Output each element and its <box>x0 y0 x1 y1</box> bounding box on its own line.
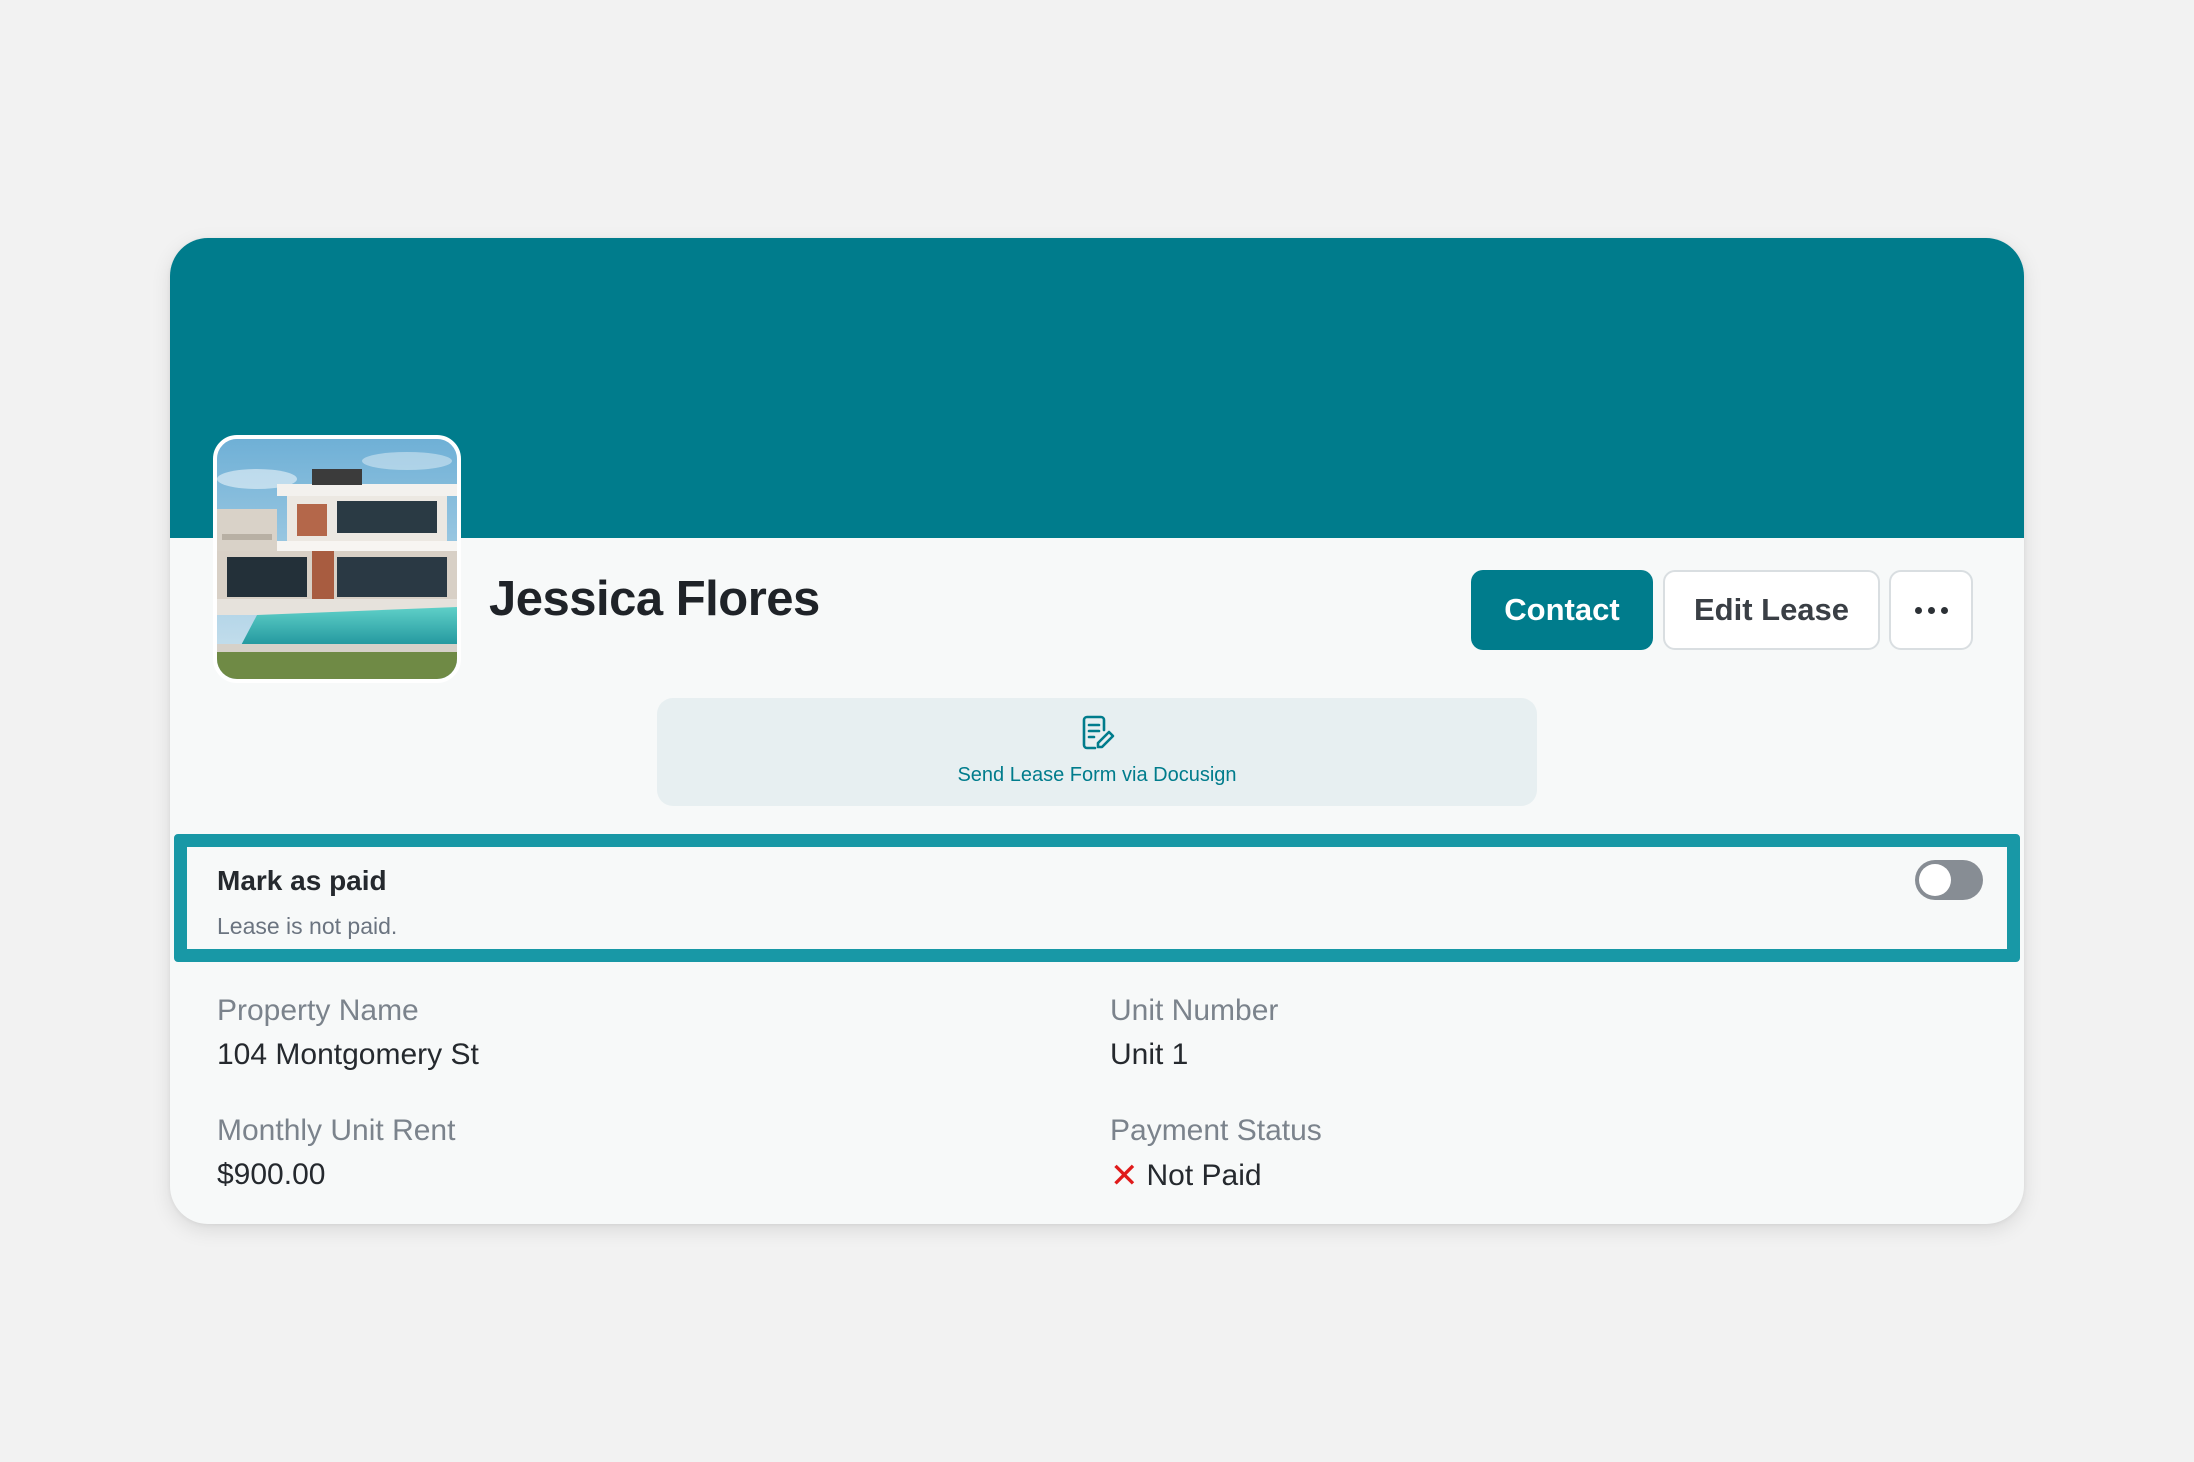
monthly-rent-label: Monthly Unit Rent <box>217 1114 456 1147</box>
mark-as-paid-title: Mark as paid <box>217 865 387 896</box>
property-name-value: 104 Montgomery St <box>217 1038 479 1071</box>
ellipsis-icon <box>1914 606 1948 614</box>
contact-button[interactable]: Contact <box>1471 570 1653 650</box>
x-mark-icon: ✕ <box>1110 1157 1139 1195</box>
edit-lease-button[interactable]: Edit Lease <box>1663 570 1880 650</box>
payment-status-text: Not Paid <box>1146 1159 1262 1192</box>
document-edit-icon <box>1082 715 1115 750</box>
send-docusign-button[interactable]: Send Lease Form via Docusign <box>657 698 1537 806</box>
mark-as-paid-row: Mark as paid Lease is not paid. <box>174 834 2020 962</box>
payment-status-label: Payment Status <box>1110 1114 1322 1147</box>
mark-as-paid-toggle[interactable] <box>1915 860 1983 900</box>
more-options-button[interactable] <box>1889 570 1973 650</box>
tenant-name: Jessica Flores <box>489 572 820 626</box>
unit-number-value: Unit 1 <box>1110 1038 1189 1071</box>
monthly-rent-value: $900.00 <box>217 1158 326 1191</box>
unit-number-label: Unit Number <box>1110 994 1279 1027</box>
lease-card: Jessica Flores Contact Edit Lease Send L… <box>170 238 2024 1224</box>
send-docusign-label: Send Lease Form via Docusign <box>957 764 1237 786</box>
payment-status-hint: Lease is not paid. <box>217 913 398 939</box>
payment-status-value: ✕ Not Paid <box>1110 1156 1262 1196</box>
property-name-label: Property Name <box>217 994 419 1027</box>
toggle-knob <box>1919 864 1951 896</box>
property-photo <box>213 435 461 683</box>
